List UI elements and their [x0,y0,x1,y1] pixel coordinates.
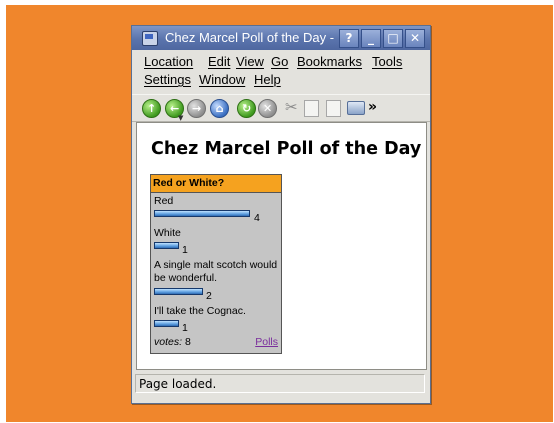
menu-bar: Location Edit View Go Bookmarks Tools Se… [132,50,430,92]
cut-icon[interactable]: ✂ [285,99,298,116]
poll-option-count: 1 [182,244,188,256]
poll-option-label: A single malt scotch would be wonderful. [154,259,278,284]
app-icon [142,31,158,46]
stop-icon[interactable]: ✕ [258,99,277,118]
menu-bookmarks[interactable]: Bookmarks [297,54,362,70]
minimize-button[interactable]: _ [361,29,381,48]
poll-option-label: Red [154,195,174,207]
polls-link[interactable]: Polls [255,336,278,349]
paste-icon[interactable] [326,100,341,117]
votes-label: votes: [154,336,183,348]
menu-go[interactable]: Go [271,54,288,70]
menu-location[interactable]: Location [144,54,193,70]
up-icon[interactable]: → [187,99,206,118]
copy-icon[interactable] [304,100,319,117]
browser-window: Chez Marcel Poll of the Day - I ? _ □ ✕ … [131,25,431,404]
menu-window[interactable]: Window [199,72,245,88]
poll-option-label: White [154,227,181,239]
help-button[interactable]: ? [339,29,359,48]
back-dropdown-icon[interactable]: ▼ [178,114,183,122]
menu-view[interactable]: View [236,54,264,70]
poll-option-count: 2 [206,290,212,302]
home-icon[interactable]: ⌂ [210,99,229,118]
poll-question: Red or White? [151,175,281,193]
menu-edit[interactable]: Edit [208,54,230,70]
close-button[interactable]: ✕ [405,29,425,48]
menu-tools[interactable]: Tools [372,54,402,70]
poll-widget: Red or White? Red 4 White 1 A single mal… [150,174,282,354]
title-bar[interactable]: Chez Marcel Poll of the Day - I ? _ □ ✕ [132,26,430,50]
reload-icon[interactable]: ↻ [237,99,256,118]
toolbar: ↑ ← ▼ → ⌂ ↻ ✕ ✂ » [132,94,430,122]
poll-option-count: 1 [182,322,188,334]
poll-result-bar [154,288,203,295]
page-title: Chez Marcel Poll of the Day [151,139,422,159]
print-icon[interactable] [347,101,365,115]
window-title: Chez Marcel Poll of the Day - I [165,30,337,45]
poll-result-bar [154,320,179,327]
poll-option-label: I'll take the Cognac. [154,305,246,317]
poll-total: votes: 8 [154,336,191,349]
maximize-button[interactable]: □ [383,29,403,48]
poll-option-count: 4 [254,212,260,224]
poll-result-bar [154,210,250,217]
back-icon[interactable]: ↑ [142,99,161,118]
menu-settings[interactable]: Settings [144,72,191,88]
toolbar-overflow-icon[interactable]: » [368,98,377,116]
page-content: Chez Marcel Poll of the Day Red or White… [136,122,427,370]
votes-total: 8 [184,336,191,348]
menu-help[interactable]: Help [254,72,281,88]
status-bar: Page loaded. [135,374,425,393]
poll-result-bar [154,242,179,249]
